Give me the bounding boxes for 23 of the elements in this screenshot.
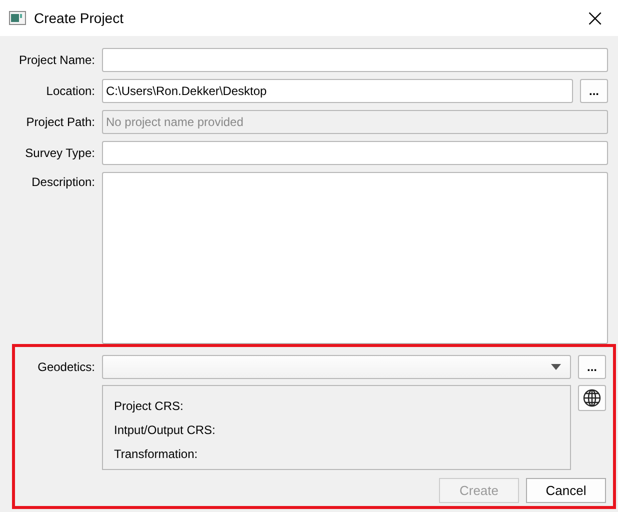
field-label: Description: [30, 174, 95, 189]
text-field[interactable]: C:\Users\Ron.Dekker\Desktop [102, 79, 573, 103]
window-title: Create Project [34, 10, 124, 26]
text-field[interactable] [102, 141, 608, 165]
action-button[interactable]: Cancel [526, 478, 606, 503]
geodetics-dropdown[interactable] [102, 355, 571, 379]
field-label: Survey Type: [24, 146, 95, 160]
info-label: Transformation: [114, 447, 199, 461]
field-label: Geodetics: [36, 360, 95, 374]
dropdown-arrow-icon [551, 364, 561, 370]
text-field[interactable] [102, 48, 608, 72]
globe-button[interactable] [578, 385, 606, 411]
description-field[interactable] [102, 172, 608, 344]
field-label: Project Name: [18, 53, 95, 67]
field-label: Location: [45, 84, 95, 98]
globe-icon [583, 389, 601, 407]
browse-button[interactable]: ... [580, 79, 608, 103]
app-icon [9, 11, 26, 25]
close-button[interactable]: × [572, 0, 618, 36]
browse-button[interactable]: ... [578, 355, 606, 379]
info-label: Intput/Output CRS: [114, 423, 216, 437]
info-label: Project CRS: [114, 399, 184, 413]
field-label: Project Path: [25, 115, 95, 129]
